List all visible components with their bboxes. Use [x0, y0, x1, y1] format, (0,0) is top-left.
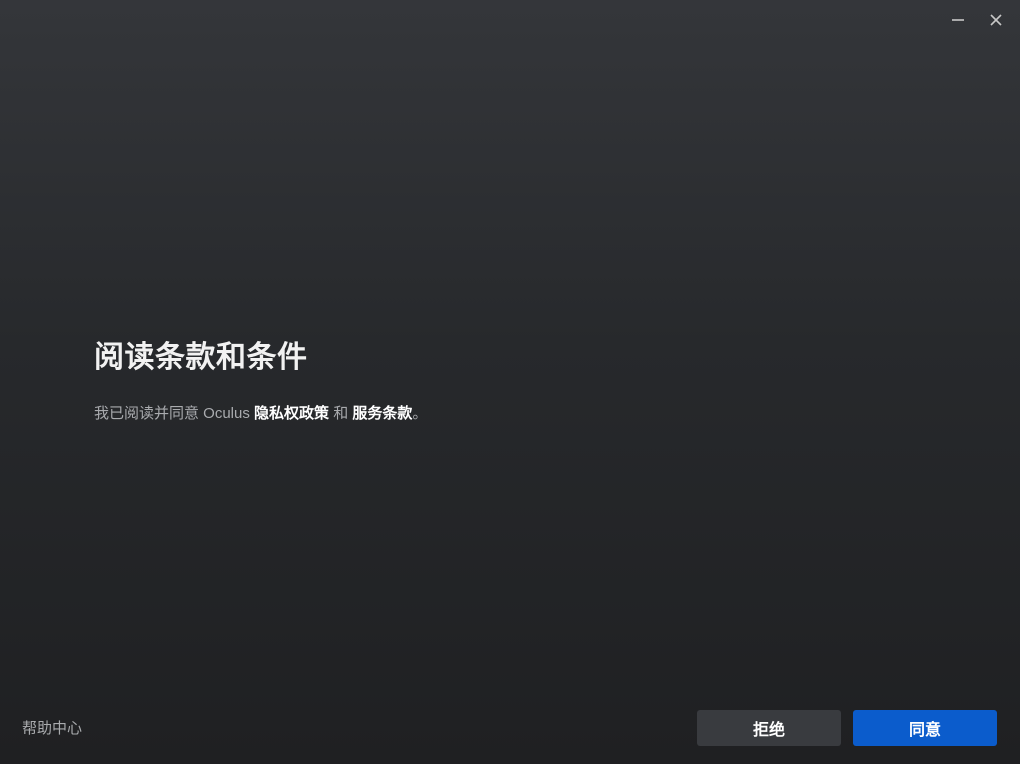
minimize-icon [952, 19, 964, 21]
close-icon [990, 14, 1002, 26]
help-center-link[interactable]: 帮助中心 [22, 719, 82, 739]
close-button[interactable] [982, 8, 1010, 32]
decline-button[interactable]: 拒绝 [697, 710, 841, 746]
agreement-prefix: 我已阅读并同意 Oculus [94, 405, 255, 422]
page-title: 阅读条款和条件 [94, 341, 308, 374]
agree-button[interactable]: 同意 [853, 710, 997, 746]
agreement-text: 我已阅读并同意 Oculus 隐私权政策 和 服务条款。 [94, 404, 427, 424]
agreement-suffix: 。 [412, 405, 428, 422]
minimize-button[interactable] [944, 8, 972, 32]
agreement-conjunction: 和 [329, 405, 353, 422]
terms-content: 阅读条款和条件 我已阅读并同意 Oculus 隐私权政策 和 服务条款。 [94, 338, 427, 424]
privacy-policy-link[interactable]: 隐私权政策 [254, 405, 329, 422]
terms-of-service-link[interactable]: 服务条款 [352, 405, 412, 422]
window-controls [944, 8, 1010, 32]
